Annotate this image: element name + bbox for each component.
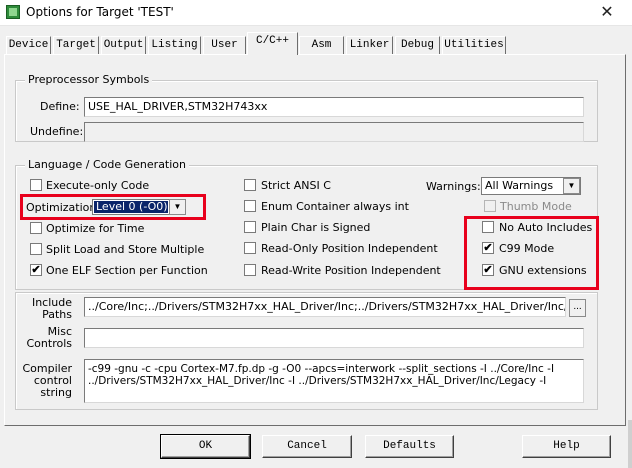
one-elf-checkbox[interactable]: ✔ bbox=[30, 264, 42, 276]
execute-only-label: Execute-only Code bbox=[46, 179, 150, 192]
optimization-select[interactable]: Level 0 (-O0) ▼ bbox=[92, 199, 186, 215]
tab-user[interactable]: User bbox=[203, 36, 246, 54]
preprocessor-group-title: Preprocessor Symbols bbox=[25, 73, 153, 86]
chevron-down-icon[interactable]: ▼ bbox=[169, 199, 186, 215]
gnu-extensions-checkbox[interactable]: ✔ bbox=[482, 264, 494, 276]
ro-pi-label: Read-Only Position Independent bbox=[261, 242, 438, 255]
close-icon[interactable]: ✕ bbox=[592, 1, 622, 23]
gnu-extensions-label: GNU extensions bbox=[499, 264, 587, 277]
compiler-control-string[interactable]: -c99 -gnu -c -cpu Cortex-M7.fp.dp -g -O0… bbox=[84, 359, 584, 403]
window-title: Options for Target 'TEST' bbox=[26, 5, 174, 19]
compiler-string-line-1: -c99 -gnu -c -cpu Cortex-M7.fp.dp -g -O0… bbox=[88, 363, 555, 375]
optimization-value: Level 0 (-O0) bbox=[94, 200, 168, 213]
thumb-mode-label: Thumb Mode bbox=[500, 200, 572, 213]
optimization-label: Optimization: bbox=[26, 201, 101, 214]
ro-pi-checkbox[interactable] bbox=[244, 242, 256, 254]
strict-ansi-checkbox[interactable] bbox=[244, 179, 256, 191]
c99-mode-checkbox[interactable]: ✔ bbox=[482, 242, 494, 254]
rw-pi-checkbox[interactable] bbox=[244, 264, 256, 276]
defaults-button[interactable]: Defaults bbox=[365, 435, 454, 458]
misc-controls-label: Misc Controls bbox=[26, 325, 73, 350]
misc-controls-input[interactable] bbox=[84, 328, 584, 348]
tab-utilities[interactable]: Utilities bbox=[442, 36, 506, 54]
compiler-string-line-2: ../Drivers/STM32H7xx_HAL_Driver/Inc -I .… bbox=[88, 375, 547, 387]
strict-ansi-label: Strict ANSI C bbox=[261, 179, 331, 192]
enum-int-checkbox[interactable] bbox=[244, 200, 256, 212]
thumb-mode-checkbox bbox=[484, 200, 496, 212]
compiler-control-label: Compiler control string bbox=[22, 362, 72, 399]
split-load-label: Split Load and Store Multiple bbox=[46, 243, 205, 256]
c99-mode-label: C99 Mode bbox=[499, 242, 555, 255]
split-load-checkbox[interactable] bbox=[30, 243, 42, 255]
language-group-title: Language / Code Generation bbox=[25, 158, 190, 171]
warnings-value: All Warnings bbox=[485, 179, 554, 192]
execute-only-checkbox[interactable] bbox=[30, 179, 42, 191]
help-button[interactable]: Help bbox=[522, 435, 611, 458]
optimize-time-checkbox[interactable] bbox=[30, 222, 42, 234]
tab-device[interactable]: Device bbox=[6, 36, 51, 54]
one-elf-label: One ELF Section per Function bbox=[46, 264, 208, 277]
tab-asm[interactable]: Asm bbox=[299, 36, 344, 54]
plain-char-checkbox[interactable] bbox=[244, 221, 256, 233]
undefine-input[interactable] bbox=[84, 122, 584, 142]
no-auto-includes-checkbox[interactable] bbox=[482, 221, 494, 233]
tab-listing[interactable]: Listing bbox=[148, 36, 201, 54]
optimize-time-label: Optimize for Time bbox=[46, 222, 145, 235]
app-icon bbox=[6, 5, 20, 19]
undefine-label: Undefine: bbox=[30, 125, 84, 138]
tab-linker[interactable]: Linker bbox=[346, 36, 393, 54]
tab-debug[interactable]: Debug bbox=[395, 36, 440, 54]
chevron-down-icon[interactable]: ▼ bbox=[563, 178, 580, 194]
ok-button[interactable]: OK bbox=[160, 434, 251, 459]
title-bar: Options for Target 'TEST' ✕ bbox=[0, 0, 632, 26]
no-auto-includes-label: No Auto Includes bbox=[499, 221, 593, 234]
plain-char-label: Plain Char is Signed bbox=[261, 221, 371, 234]
define-input[interactable]: USE_HAL_DRIVER,STM32H743xx bbox=[84, 97, 584, 117]
enum-int-label: Enum Container always int bbox=[261, 200, 409, 213]
define-label: Define: bbox=[40, 100, 80, 113]
tab-output[interactable]: Output bbox=[101, 36, 146, 54]
tab-cpp[interactable]: C/C++ bbox=[247, 32, 298, 55]
browse-button[interactable]: ... bbox=[569, 299, 586, 317]
warnings-label: Warnings: bbox=[426, 180, 481, 193]
include-paths-input[interactable]: ../Core/Inc;../Drivers/STM32H7xx_HAL_Dri… bbox=[84, 297, 566, 317]
include-paths-label: Include Paths bbox=[31, 296, 72, 321]
tab-target[interactable]: Target bbox=[53, 36, 99, 54]
cancel-button[interactable]: Cancel bbox=[262, 435, 352, 458]
scrollbar[interactable] bbox=[628, 420, 632, 468]
rw-pi-label: Read-Write Position Independent bbox=[261, 264, 441, 277]
